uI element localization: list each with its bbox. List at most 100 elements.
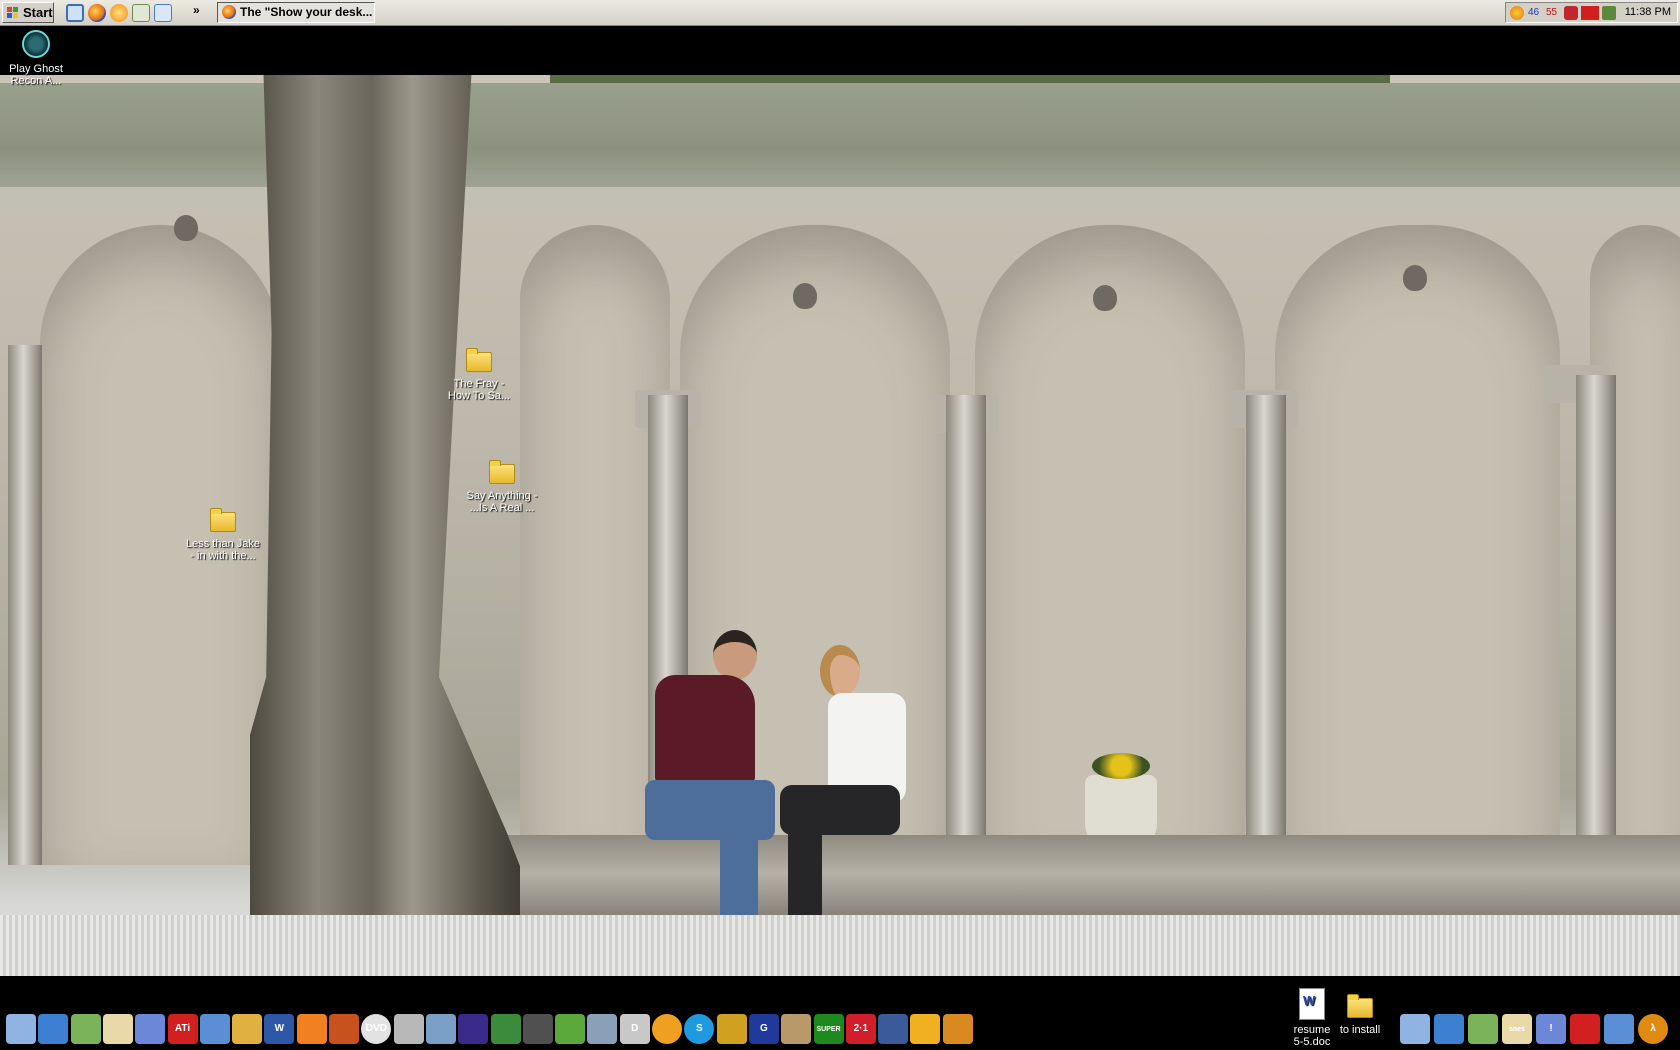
desktop-icon-label: Say Anything - (466, 490, 538, 502)
half-life-label: λ (1650, 1023, 1656, 1034)
desktop-icon-the-fray[interactable]: The Fray - How To Sa... (439, 348, 519, 402)
tools-icon[interactable] (425, 1014, 456, 1044)
folder-green-icon[interactable] (555, 1014, 586, 1044)
word-icon[interactable]: W (264, 1014, 295, 1044)
desktop-icon-label: How To Sa... (447, 390, 511, 402)
firefox-alt-icon[interactable] (110, 4, 128, 22)
wallpaper-lamp (1403, 265, 1427, 291)
cpu-z-icon[interactable] (878, 1014, 909, 1044)
vlc-icon[interactable] (296, 1014, 327, 1044)
wallpaper-man (645, 630, 775, 920)
quick-launch-bar (66, 4, 172, 22)
drive-icon[interactable] (587, 1014, 618, 1044)
bottom-dock: ATi W DVD D S G SUPER 2·1 snes! λ (0, 1010, 1680, 1050)
eye-icon[interactable] (1570, 1014, 1600, 1044)
tray-ati-icon[interactable] (1581, 6, 1599, 20)
power-icon[interactable] (199, 1014, 230, 1044)
dvd-icon[interactable]: DVD (361, 1014, 392, 1044)
start-button[interactable]: Start (2, 2, 54, 23)
wings-icon[interactable] (716, 1014, 747, 1044)
tray-temp-1: 46 (1528, 7, 1540, 18)
quick-launch-overflow-icon[interactable]: » (193, 3, 200, 17)
ie-icon[interactable] (66, 4, 84, 22)
wallpaper-woman (780, 645, 920, 925)
folder-icon (489, 460, 515, 484)
start-label: Start (23, 5, 53, 20)
red-tile-icon[interactable]: 2·1 (845, 1014, 876, 1044)
golf-icon[interactable] (1468, 1014, 1498, 1044)
android-head-icon[interactable] (1400, 1014, 1430, 1044)
half-life-icon[interactable]: λ (1638, 1014, 1668, 1044)
wallpaper-entablature (0, 83, 1680, 199)
tray-temp-2: 55 (1546, 7, 1558, 18)
clock[interactable]: 11:38 PM (1625, 3, 1671, 22)
target-icon[interactable] (232, 1014, 263, 1044)
super-label: SUPER (816, 1026, 841, 1033)
tray-network-icon[interactable] (1602, 6, 1616, 20)
red-tile-label: 2·1 (853, 1023, 869, 1034)
super-icon[interactable]: SUPER (813, 1014, 844, 1044)
lightning-icon[interactable] (910, 1014, 941, 1044)
gears-icon[interactable] (942, 1014, 973, 1044)
finder-icon[interactable] (6, 1014, 36, 1044)
ghost-recon-icon (22, 30, 50, 58)
scaler-icon[interactable]: D (619, 1014, 650, 1044)
orange-list-icon[interactable] (652, 1014, 682, 1044)
folder-icon (466, 348, 492, 372)
desktop-icon-label: ...Is A Real ... (469, 502, 535, 514)
desktop-icon-say-anything[interactable]: Say Anything - ...Is A Real ... (462, 460, 542, 514)
gigabyte-label: G (760, 1023, 768, 1034)
ati-icon[interactable]: ATi (167, 1014, 198, 1044)
taskbar-button-firefox[interactable]: The "Show your desk... (217, 2, 375, 23)
film-reel-icon[interactable] (781, 1014, 812, 1044)
folder-icon (210, 508, 236, 532)
wallpaper-column (1576, 375, 1616, 895)
speaker-icon[interactable] (522, 1014, 553, 1044)
desktop-icon-label: - in with the... (190, 550, 256, 562)
tray-orange-icon[interactable] (1510, 6, 1524, 20)
wallpaper-lamp (174, 215, 198, 241)
settings-gear-icon[interactable] (135, 1014, 166, 1044)
desktop-icon-label: Play Ghost (9, 63, 63, 75)
snes-icon[interactable]: snes (1502, 1014, 1532, 1044)
word-label: W (274, 1023, 285, 1034)
chart-icon[interactable] (1434, 1014, 1464, 1044)
flame-icon[interactable] (458, 1014, 489, 1044)
skype-label: S (695, 1023, 703, 1034)
wallpaper-column (8, 345, 42, 865)
feather-icon[interactable] (490, 1014, 521, 1044)
system-tray: 46 55 11:38 PM (1505, 2, 1678, 23)
portrait-icon[interactable] (1604, 1014, 1634, 1044)
desktop-icon-label: The Fray - (453, 378, 505, 390)
desktop-icon-ghost-recon[interactable]: Play Ghost Recon A... (0, 30, 76, 87)
skype-icon[interactable]: S (684, 1014, 715, 1044)
taskbar: Start » The "Show your desk... 46 55 11:… (0, 0, 1680, 26)
scaler-label: D (631, 1023, 639, 1034)
taskbar-button-label: The "Show your desk... (240, 5, 373, 19)
wallpaper-lamp (1093, 285, 1117, 311)
windows-logo-icon (7, 7, 19, 19)
windows-explorer-icon[interactable] (154, 4, 172, 22)
desktop-icon-less-than-jake[interactable]: Less than Jake - in with the... (183, 508, 263, 562)
gigabyte-icon[interactable]: G (748, 1014, 779, 1044)
ati-label: ATi (174, 1023, 191, 1034)
wallpaper-cornice (0, 187, 1680, 209)
wallpaper-flowers (1092, 753, 1150, 779)
recycle-bin-icon[interactable] (70, 1014, 101, 1044)
wallpaper-lamp (793, 283, 817, 309)
desktop-icon-label: Recon A... (10, 75, 62, 87)
exclamation-label: ! (1549, 1023, 1553, 1034)
firefox-icon[interactable] (88, 4, 106, 22)
pen-icon[interactable] (393, 1014, 424, 1044)
firefox-icon (222, 5, 236, 19)
snes-label: snes (1509, 1026, 1525, 1033)
itunes-icon[interactable] (132, 4, 150, 22)
mail-icon[interactable] (102, 1014, 133, 1044)
dvd-label: DVD (365, 1023, 387, 1034)
network-icon[interactable] (38, 1014, 69, 1044)
wallpaper-gravel (0, 915, 1680, 976)
wallpaper-arch (1275, 225, 1560, 865)
exclamation-icon[interactable]: ! (1536, 1014, 1566, 1044)
tray-shield-icon[interactable] (1564, 6, 1578, 20)
clapper-icon[interactable] (329, 1014, 359, 1044)
